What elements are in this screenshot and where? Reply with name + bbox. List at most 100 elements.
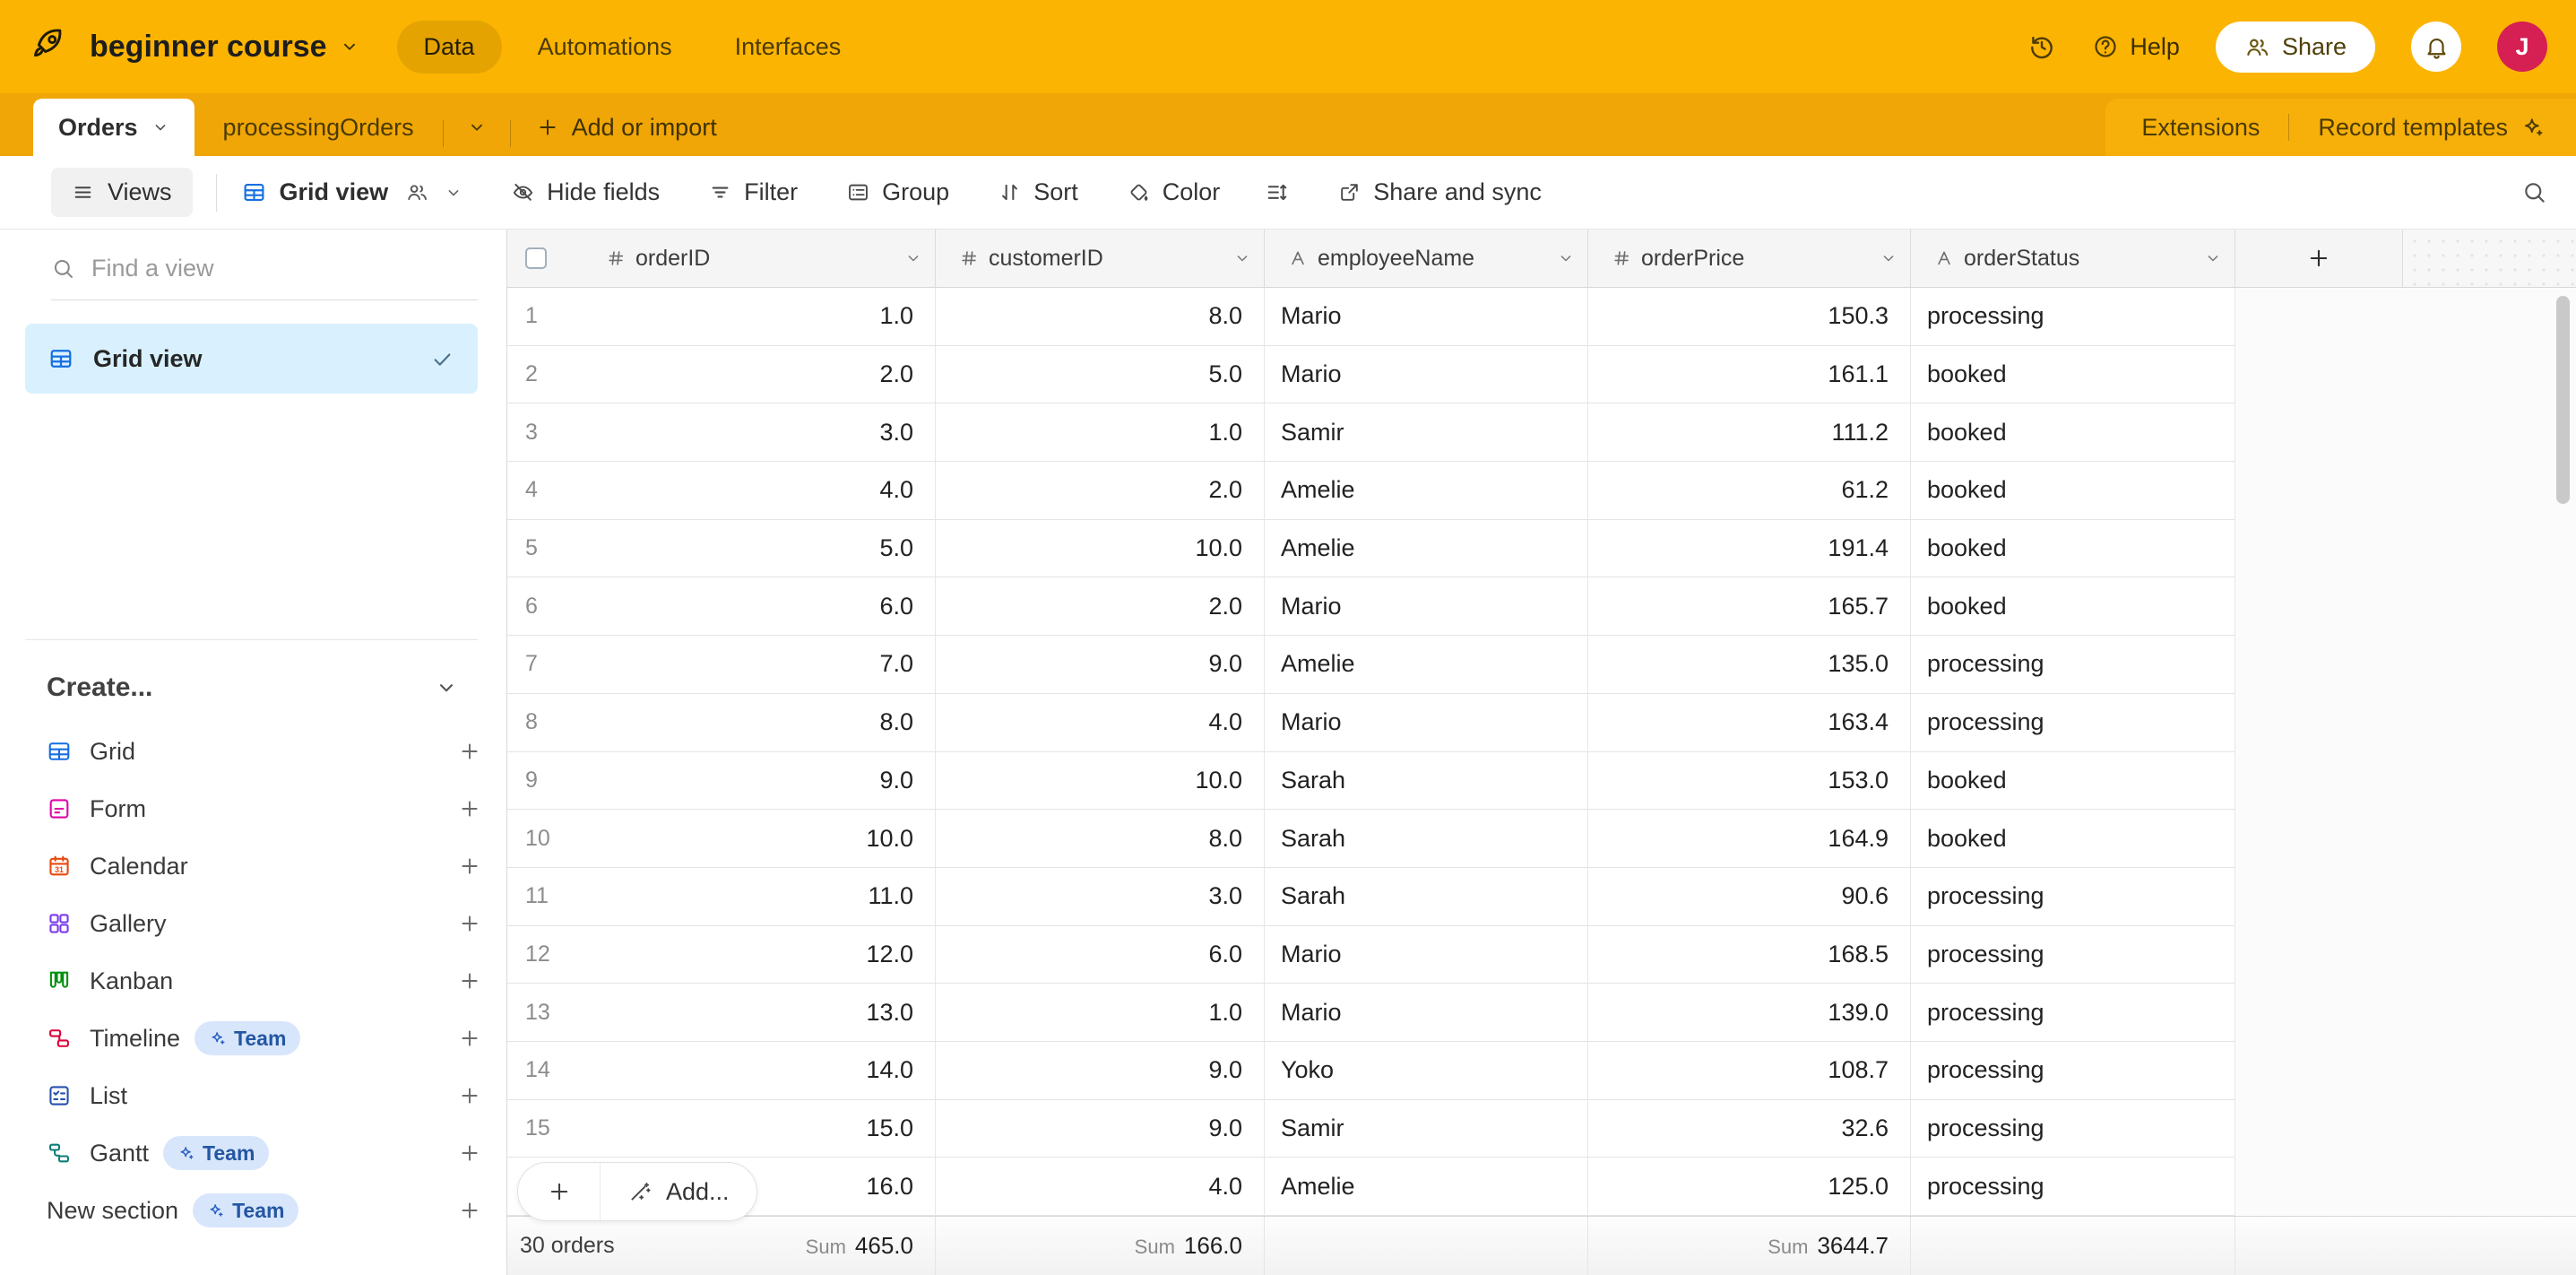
add-view-plus-icon[interactable] xyxy=(458,797,481,820)
create-view-item-grid[interactable]: Grid xyxy=(0,723,506,780)
select-all-checkbox[interactable] xyxy=(525,247,547,269)
cell-employeeName[interactable]: Mario xyxy=(1265,926,1588,984)
cell-orderStatus[interactable]: processing xyxy=(1911,1100,2235,1158)
add-field-button[interactable] xyxy=(2235,230,2403,288)
cell-orderPrice[interactable]: 90.6 xyxy=(1588,868,1911,925)
cell-orderPrice[interactable]: 111.2 xyxy=(1588,403,1911,461)
base-title[interactable]: beginner course xyxy=(90,30,327,65)
nav-interfaces[interactable]: Interfaces xyxy=(708,21,869,74)
tab-orders[interactable]: Orders xyxy=(33,99,194,156)
cell-orderID[interactable]: 66.0 xyxy=(507,577,936,635)
chevron-down-icon[interactable] xyxy=(1880,249,1897,267)
tab-processing-orders[interactable]: processingOrders xyxy=(194,99,443,156)
cell-customerID[interactable]: 2.0 xyxy=(936,577,1265,635)
cell-orderStatus[interactable]: booked xyxy=(1911,346,2235,403)
cell-orderStatus[interactable]: processing xyxy=(1911,288,2235,345)
cell-employeeName[interactable]: Mario xyxy=(1265,288,1588,345)
cell-orderPrice[interactable]: 165.7 xyxy=(1588,577,1911,635)
cell-orderID[interactable]: 1414.0 xyxy=(507,1042,936,1099)
create-view-item-list[interactable]: List xyxy=(0,1067,506,1124)
cell-orderPrice[interactable]: 168.5 xyxy=(1588,926,1911,984)
add-record-button[interactable] xyxy=(518,1163,601,1220)
cell-orderID[interactable]: 22.0 xyxy=(507,346,936,403)
cell-customerID[interactable]: 1.0 xyxy=(936,403,1265,461)
create-view-item-kanban[interactable]: Kanban xyxy=(0,952,506,1010)
cell-customerID[interactable]: 9.0 xyxy=(936,1100,1265,1158)
share-button[interactable]: Share xyxy=(2216,22,2375,73)
cell-orderStatus[interactable]: booked xyxy=(1911,810,2235,867)
cell-orderStatus[interactable]: booked xyxy=(1911,752,2235,810)
nav-data[interactable]: Data xyxy=(397,21,502,74)
add-view-plus-icon[interactable] xyxy=(458,1199,481,1222)
cell-employeeName[interactable]: Sarah xyxy=(1265,810,1588,867)
cell-employeeName[interactable]: Mario xyxy=(1265,694,1588,751)
cell-orderID[interactable]: 1010.0 xyxy=(507,810,936,867)
cell-employeeName[interactable]: Sarah xyxy=(1265,868,1588,925)
cell-orderID[interactable]: 44.0 xyxy=(507,462,936,519)
cell-customerID[interactable]: 4.0 xyxy=(936,694,1265,751)
cell-orderID[interactable]: 55.0 xyxy=(507,520,936,577)
row-height-button[interactable] xyxy=(1265,180,1289,204)
cell-orderStatus[interactable]: booked xyxy=(1911,520,2235,577)
sidebar-view-grid-view[interactable]: Grid view xyxy=(25,324,478,394)
summary-cell-orderID[interactable]: 30 ordersSum465.0 xyxy=(507,1217,936,1275)
add-view-plus-icon[interactable] xyxy=(458,1027,481,1050)
summary-cell-customerID[interactable]: Sum166.0 xyxy=(936,1217,1265,1275)
cell-orderPrice[interactable]: 161.1 xyxy=(1588,346,1911,403)
cell-employeeName[interactable]: Mario xyxy=(1265,577,1588,635)
create-section-header[interactable]: Create... xyxy=(25,672,478,703)
cell-customerID[interactable]: 1.0 xyxy=(936,984,1265,1041)
search-icon[interactable] xyxy=(2521,179,2547,205)
current-view-button[interactable]: Grid view xyxy=(242,178,463,206)
cell-employeeName[interactable]: Amelie xyxy=(1265,636,1588,693)
chevron-down-icon[interactable] xyxy=(1233,249,1251,267)
create-view-item-gantt[interactable]: GanttTeam xyxy=(0,1124,506,1182)
cell-employeeName[interactable]: Amelie xyxy=(1265,520,1588,577)
cell-employeeName[interactable]: Amelie xyxy=(1265,1158,1588,1215)
create-view-item-timeline[interactable]: TimelineTeam xyxy=(0,1010,506,1067)
chevron-down-icon[interactable] xyxy=(151,118,169,136)
column-header-customerID[interactable]: customerID xyxy=(936,230,1265,288)
history-icon[interactable] xyxy=(2027,32,2056,61)
cell-orderPrice[interactable]: 150.3 xyxy=(1588,288,1911,345)
cell-orderPrice[interactable]: 191.4 xyxy=(1588,520,1911,577)
cell-orderStatus[interactable]: processing xyxy=(1911,984,2235,1041)
cell-orderPrice[interactable]: 32.6 xyxy=(1588,1100,1911,1158)
cell-orderStatus[interactable]: processing xyxy=(1911,1042,2235,1099)
cell-orderID[interactable]: 11.0 xyxy=(507,288,936,345)
cell-orderID[interactable]: 99.0 xyxy=(507,752,936,810)
sort-button[interactable]: Sort xyxy=(998,178,1078,206)
color-button[interactable]: Color xyxy=(1127,178,1221,206)
cell-customerID[interactable]: 2.0 xyxy=(936,462,1265,519)
cell-employeeName[interactable]: Sarah xyxy=(1265,752,1588,810)
hide-fields-button[interactable]: Hide fields xyxy=(511,178,660,206)
cell-orderStatus[interactable]: processing xyxy=(1911,926,2235,984)
vertical-scrollbar[interactable] xyxy=(2556,296,2570,504)
add-with-ai-button[interactable]: Add... xyxy=(601,1163,756,1220)
tab-list-chevron[interactable] xyxy=(444,99,510,156)
add-view-plus-icon[interactable] xyxy=(458,1084,481,1107)
summary-cell-orderPrice[interactable]: Sum3644.7 xyxy=(1588,1217,1911,1275)
chevron-down-icon[interactable] xyxy=(904,249,922,267)
column-header-employeeName[interactable]: employeeName xyxy=(1265,230,1588,288)
cell-orderPrice[interactable]: 135.0 xyxy=(1588,636,1911,693)
cell-customerID[interactable]: 5.0 xyxy=(936,346,1265,403)
cell-orderID[interactable]: 88.0 xyxy=(507,694,936,751)
cell-orderPrice[interactable]: 153.0 xyxy=(1588,752,1911,810)
extensions-button[interactable]: Extensions xyxy=(2141,114,2260,142)
cell-orderStatus[interactable]: processing xyxy=(1911,694,2235,751)
help-button[interactable]: Help xyxy=(2092,33,2180,61)
cell-customerID[interactable]: 8.0 xyxy=(936,288,1265,345)
group-button[interactable]: Group xyxy=(846,178,949,206)
cell-orderID[interactable]: 1515.0 xyxy=(507,1100,936,1158)
cell-customerID[interactable]: 9.0 xyxy=(936,636,1265,693)
cell-employeeName[interactable]: Amelie xyxy=(1265,462,1588,519)
views-button[interactable]: Views xyxy=(51,168,193,217)
column-header-orderPrice[interactable]: orderPrice xyxy=(1588,230,1911,288)
create-view-item-new-section[interactable]: New sectionTeam xyxy=(0,1182,506,1239)
add-view-plus-icon[interactable] xyxy=(458,740,481,763)
cell-orderPrice[interactable]: 139.0 xyxy=(1588,984,1911,1041)
share-and-sync-button[interactable]: Share and sync xyxy=(1337,178,1542,206)
summary-cell-orderStatus[interactable] xyxy=(1911,1217,2235,1275)
cell-employeeName[interactable]: Samir xyxy=(1265,403,1588,461)
